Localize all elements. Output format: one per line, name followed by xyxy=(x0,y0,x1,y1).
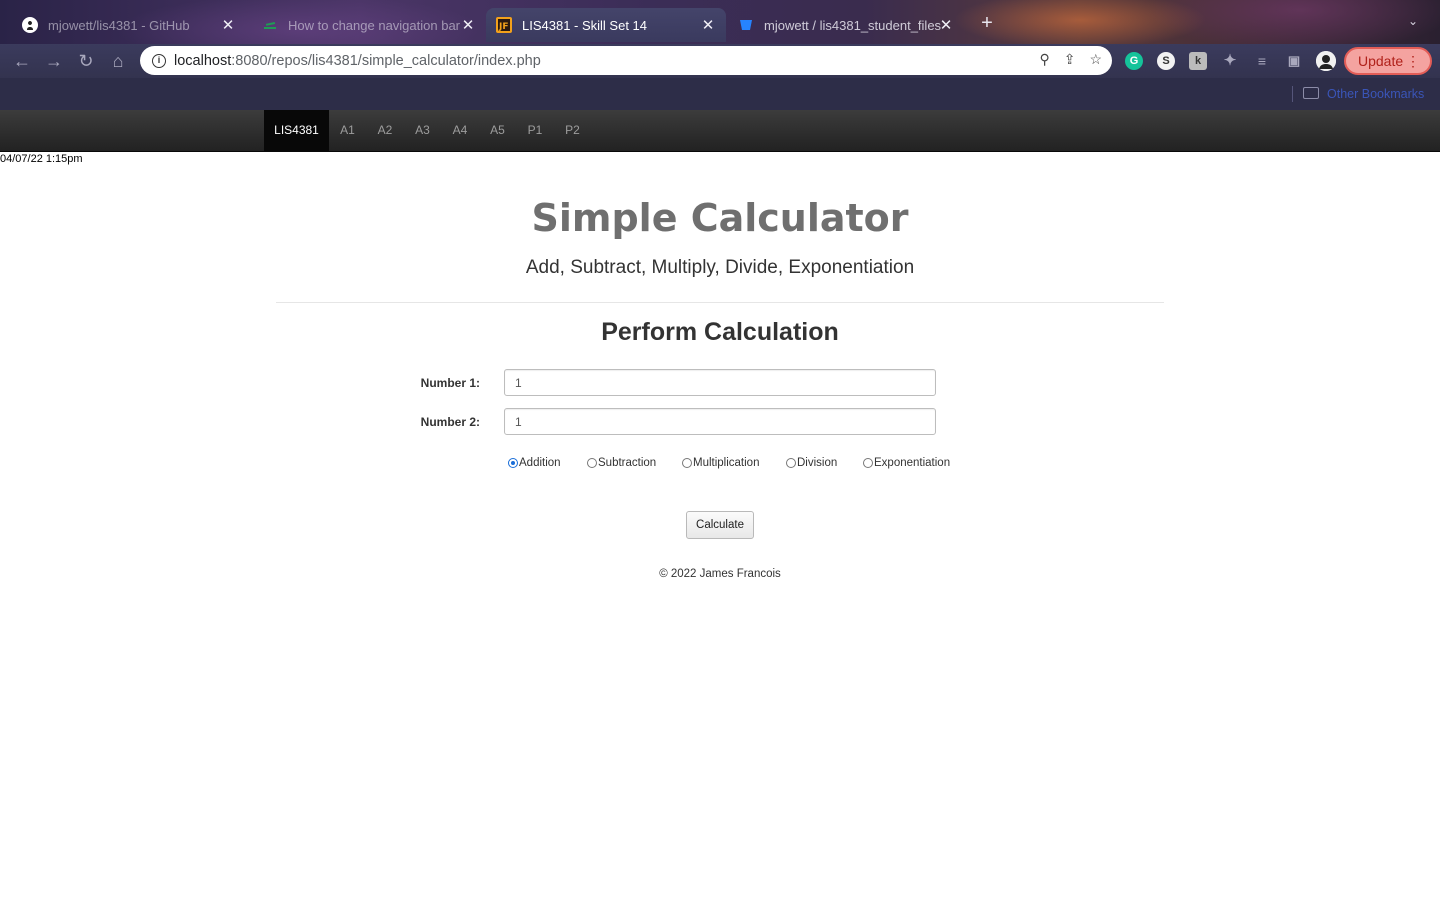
nav-item-a4[interactable]: A4 xyxy=(441,110,479,151)
radio-label: Division xyxy=(797,457,838,469)
close-icon[interactable]: ✕ xyxy=(938,16,954,34)
radio-button[interactable] xyxy=(682,458,692,468)
radio-label: Multiplication xyxy=(693,457,760,469)
nav-item-a3[interactable]: A3 xyxy=(404,110,441,151)
extensions-puzzle-icon[interactable]: ✦ xyxy=(1221,52,1239,70)
svg-text:JF: JF xyxy=(498,22,509,32)
browser-tab-strip: mjowett/lis4381 - GitHub ✕ How to change… xyxy=(0,0,1440,44)
radio-label: Addition xyxy=(519,457,561,469)
radio-option-multiplication[interactable]: Multiplication xyxy=(682,455,759,471)
number2-input[interactable] xyxy=(504,408,936,435)
site-navbar: LIS4381 A1 A2 A3 A4 A5 P1 P2 xyxy=(0,110,1440,152)
update-button[interactable]: Update ⋮ xyxy=(1344,47,1432,75)
radio-button[interactable] xyxy=(786,458,796,468)
radio-button[interactable] xyxy=(863,458,873,468)
folder-icon[interactable] xyxy=(1303,87,1319,99)
bookmarks-bar: Other Bookmarks xyxy=(0,78,1440,110)
tab-title: LIS4381 - Skill Set 14 xyxy=(522,17,648,33)
k-extension-icon[interactable]: k xyxy=(1189,52,1207,70)
number1-label: Number 1: xyxy=(420,376,480,390)
tab-github[interactable]: mjowett/lis4381 - GitHub ✕ xyxy=(12,8,246,42)
close-icon[interactable]: ✕ xyxy=(460,16,476,34)
bookmarks-separator xyxy=(1292,86,1293,102)
bitbucket-icon xyxy=(740,20,752,30)
form-title: Perform Calculation xyxy=(601,318,839,346)
radio-label: Exponentiation xyxy=(874,457,951,469)
number1-input[interactable] xyxy=(504,369,936,396)
reload-icon[interactable]: ↻ xyxy=(75,50,97,72)
radio-option-division[interactable]: Division xyxy=(786,455,837,471)
close-icon[interactable]: ✕ xyxy=(220,16,236,34)
page-subtitle: Add, Subtract, Multiply, Divide, Exponen… xyxy=(525,257,915,278)
radio-label: Subtraction xyxy=(598,457,657,469)
tab-title: mjowett/lis4381 - GitHub xyxy=(48,17,190,33)
s-extension-icon[interactable]: S xyxy=(1157,52,1175,70)
home-icon[interactable]: ⌂ xyxy=(107,50,129,72)
address-bar[interactable]: i localhost:8080/repos/lis4381/simple_ca… xyxy=(140,46,1112,75)
side-panel-icon[interactable]: ▣ xyxy=(1285,52,1303,70)
nav-item-p1[interactable]: P1 xyxy=(516,110,554,151)
reading-list-icon[interactable]: ≡ xyxy=(1253,52,1271,70)
forward-arrow-icon[interactable]: → xyxy=(43,50,65,72)
timestamp: 04/07/22 1:15pm xyxy=(0,153,83,165)
more-vertical-icon: ⋮ xyxy=(1406,53,1420,69)
update-label: Update xyxy=(1358,53,1404,69)
nav-item-a1[interactable]: A1 xyxy=(329,110,366,151)
browser-toolbar: ← → ↻ ⌂ i localhost:8080/repos/lis4381/s… xyxy=(0,44,1440,78)
new-tab-button[interactable]: + xyxy=(976,12,998,35)
calculate-button[interactable]: Calculate xyxy=(686,511,754,539)
page-title: Simple Calculator xyxy=(531,196,909,240)
nav-item-p2[interactable]: P2 xyxy=(554,110,591,151)
tab-lis4381-active[interactable]: JF LIS4381 - Skill Set 14 ✕ xyxy=(486,8,726,42)
other-bookmarks-link[interactable]: Other Bookmarks xyxy=(1327,87,1424,101)
grammarly-extension-icon[interactable]: G xyxy=(1125,52,1143,70)
radio-option-subtraction[interactable]: Subtraction xyxy=(587,455,656,471)
number2-label: Number 2: xyxy=(420,415,480,429)
radio-button[interactable] xyxy=(587,458,597,468)
jf-logo-icon: JF xyxy=(496,17,512,33)
url-text[interactable]: localhost:8080/repos/lis4381/simple_calc… xyxy=(174,53,541,69)
radio-option-exponentiation[interactable]: Exponentiation xyxy=(863,455,950,471)
radio-option-addition[interactable]: Addition xyxy=(508,455,561,471)
github-icon xyxy=(22,17,38,33)
avatar-icon xyxy=(1316,51,1336,71)
stackoverflow-icon xyxy=(264,21,276,29)
nav-brand-lis4381[interactable]: LIS4381 xyxy=(264,110,329,151)
bookmark-star-icon[interactable]: ☆ xyxy=(1089,51,1102,68)
footer-copyright: © 2022 James Francois xyxy=(659,568,781,580)
profile-avatar[interactable] xyxy=(1316,51,1336,71)
nav-item-a5[interactable]: A5 xyxy=(479,110,516,151)
nav-item-a2[interactable]: A2 xyxy=(366,110,404,151)
tab-stackoverflow[interactable]: How to change navigation bar ✕ xyxy=(252,8,486,42)
radio-button[interactable] xyxy=(508,458,518,468)
share-icon[interactable]: ⇪ xyxy=(1064,51,1076,68)
tab-bitbucket[interactable]: mjowett / lis4381_student_files ✕ xyxy=(728,8,964,42)
zoom-icon[interactable]: ⚲ xyxy=(1039,51,1049,68)
close-icon[interactable]: ✕ xyxy=(700,16,716,34)
divider xyxy=(276,302,1164,303)
tab-search-chevron-icon[interactable]: ⌄ xyxy=(1408,14,1418,28)
back-arrow-icon[interactable]: ← xyxy=(11,50,33,72)
tab-title: mjowett / lis4381_student_files xyxy=(764,17,942,33)
site-info-icon[interactable]: i xyxy=(152,53,166,68)
tab-title: How to change navigation bar xyxy=(288,17,461,33)
